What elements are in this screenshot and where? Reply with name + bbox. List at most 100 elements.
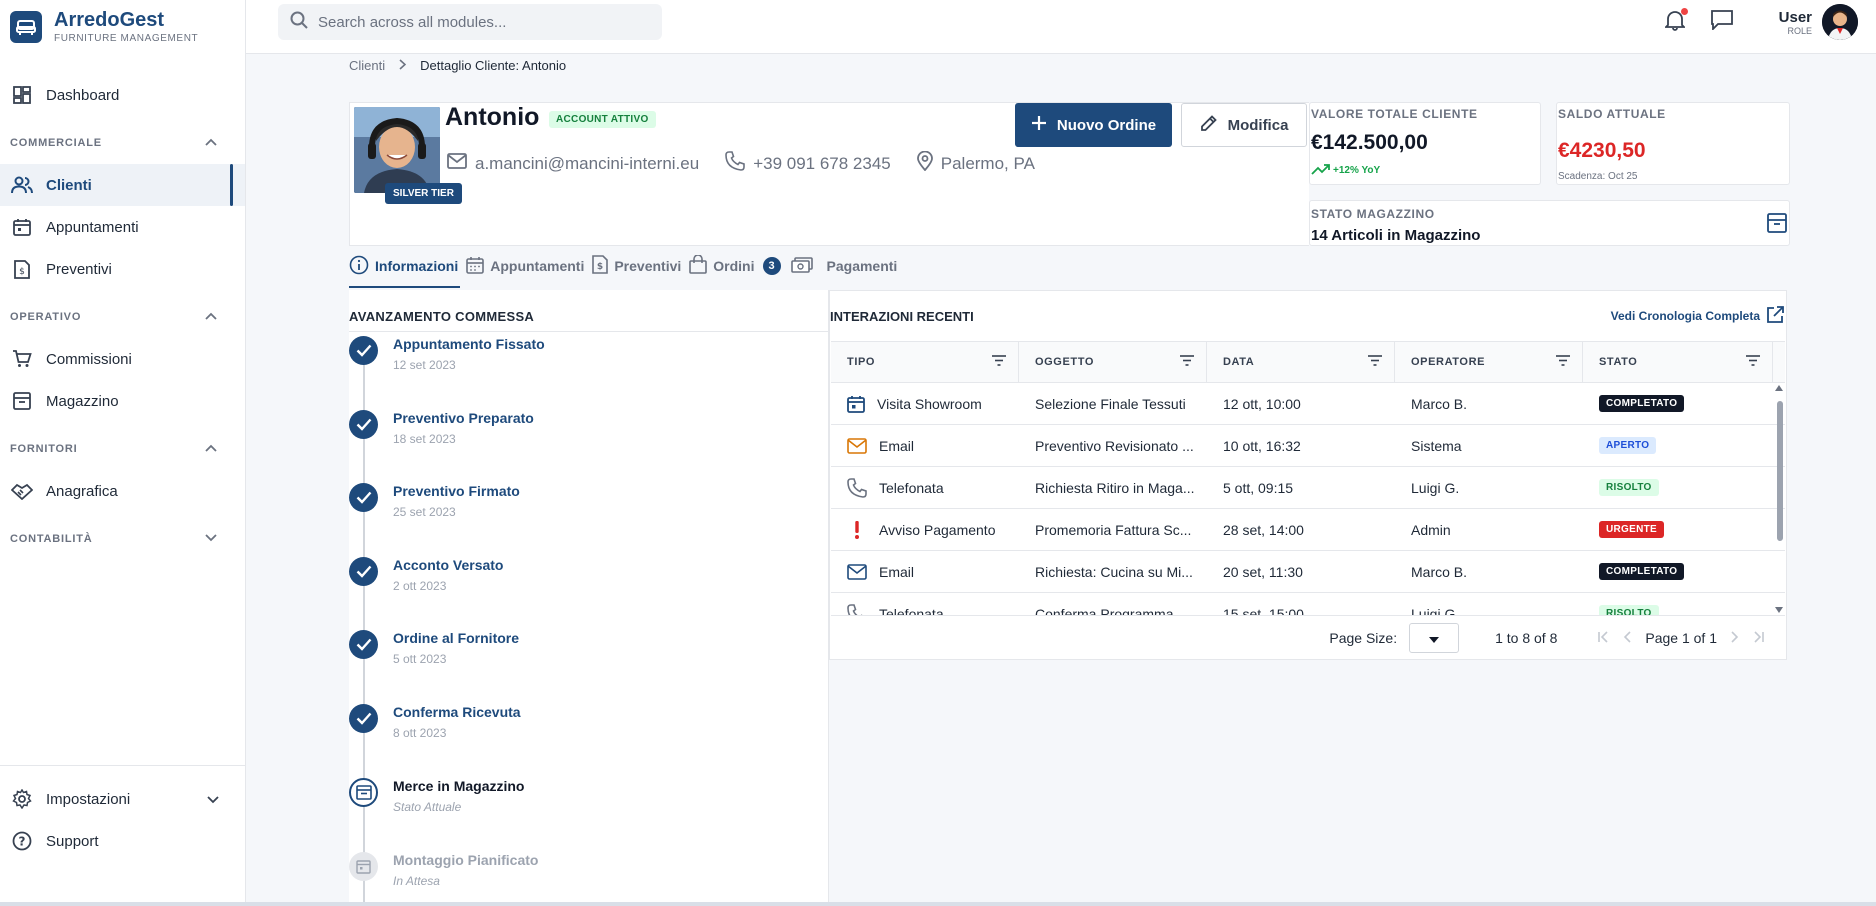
phone-icon (847, 477, 879, 498)
check-icon (349, 410, 378, 439)
interaction-operator: Marco B. (1411, 563, 1468, 580)
full-history-link[interactable]: Vedi Cronologia Completa (1611, 305, 1784, 327)
check-icon (349, 483, 378, 512)
column-header[interactable]: DATA (1207, 342, 1395, 382)
prev-page-icon[interactable] (1623, 630, 1631, 646)
table-row[interactable]: Email Preventivo Revisionato ... 10 ott, 1… (831, 425, 1785, 467)
tab-pagamenti[interactable]: Pagamenti (790, 248, 906, 284)
interaction-type: Telefonata (879, 605, 944, 616)
sidebar-item-label: Magazzino (46, 392, 119, 410)
sidebar: ArredoGest FURNITURE MANAGEMENT Dashboar… (0, 0, 246, 906)
sidebar-section-contabilita[interactable]: CONTABILITÀ (0, 518, 245, 560)
client-photo (354, 107, 440, 193)
user-name: User (1778, 8, 1812, 26)
client-name: Antonio (445, 103, 540, 131)
timeline-step: Montaggio Pianificato In Attesa (349, 852, 538, 888)
global-search[interactable] (278, 4, 662, 40)
filter-icon[interactable] (1180, 355, 1194, 369)
status-badge: APERTO (1599, 437, 1657, 454)
kpi-label: STATO MAGAZZINO (1311, 207, 1435, 221)
client-phone[interactable]: +39 091 678 2345 (725, 151, 891, 176)
archive-icon (349, 778, 378, 807)
sidebar-item-preventivi[interactable]: $ Preventivi (0, 248, 245, 290)
breadcrumb-parent[interactable]: Clienti (349, 58, 385, 73)
timeline-step-date: 8 ott 2023 (393, 726, 447, 740)
table-row[interactable]: Telefonata Conferma Programma ... 15 set, … (831, 593, 1785, 615)
kpi-balance: SALDO ATTUALE €4230,50 Scadenza: Oct 25 (1556, 102, 1790, 185)
edit-button[interactable]: Modifica (1181, 103, 1307, 147)
last-page-icon[interactable] (1753, 630, 1765, 646)
filter-icon[interactable] (992, 355, 1006, 369)
chevron-down-icon (207, 791, 219, 808)
table-row[interactable]: Email Richiesta: Cucina su Mi... 20 set, 1… (831, 551, 1785, 593)
sidebar-item-settings[interactable]: Impostazioni (0, 778, 245, 820)
table-row[interactable]: Avviso Pagamento Promemoria Fattura Sc...… (831, 509, 1785, 551)
page-size-select[interactable] (1409, 622, 1460, 653)
sidebar-item-clienti[interactable]: Clienti (0, 164, 245, 206)
sidebar-item-anagrafica[interactable]: Anagrafica (0, 470, 245, 512)
sidebar-section-commerciale[interactable]: COMMERCIALE (0, 122, 245, 164)
sidebar-item-magazzino[interactable]: Magazzino (0, 380, 245, 422)
search-input[interactable] (318, 13, 638, 31)
avatar[interactable] (1822, 4, 1858, 40)
next-page-icon[interactable] (1731, 630, 1739, 646)
user-info[interactable]: User ROLE (1779, 9, 1812, 36)
chevron-up-icon (205, 311, 217, 323)
sidebar-item-commissioni[interactable]: Commissioni (0, 338, 245, 380)
table-row[interactable]: Visita Showroom Selezione Finale Tessuti 1… (831, 383, 1785, 425)
tab-ordini[interactable]: Ordini 3 (689, 248, 790, 284)
sidebar-section-operativo[interactable]: OPERATIVO (0, 296, 245, 338)
tab-informazioni[interactable]: Informazioni (349, 248, 466, 284)
client-location: Palermo, PA (916, 150, 1035, 176)
breadcrumb-current: Dettaglio Cliente: Antonio (420, 58, 567, 73)
order-progress-timeline: AVANZAMENTO COMMESSA Appuntamento Fissat… (349, 290, 829, 906)
new-order-button[interactable]: Nuovo Ordine (1015, 103, 1172, 147)
column-header[interactable]: OPERATORE (1395, 342, 1583, 382)
archive-icon[interactable] (1767, 213, 1787, 238)
kpi-due-date: Scadenza: Oct 25 (1558, 171, 1638, 182)
table-body[interactable]: Visita Showroom Selezione Finale Tessuti 1… (831, 383, 1785, 615)
caret-down-icon (1429, 630, 1440, 646)
calendar-icon (847, 395, 877, 413)
timeline-step: Ordine al Fornitore 5 ott 2023 (349, 630, 519, 666)
sidebar-item-label: Appuntamenti (46, 218, 139, 236)
interaction-type: Telefonata (879, 479, 944, 496)
client-profile-card: SILVER TIER Antonio ACCOUNT ATTIVO a.man… (349, 102, 1309, 246)
tier-badge: SILVER TIER (385, 183, 462, 204)
chevron-up-icon (205, 137, 217, 149)
location-pin-icon (916, 150, 941, 176)
help-icon: ? (11, 830, 33, 852)
first-page-icon[interactable] (1597, 630, 1609, 646)
timeline-step-date: 25 set 2023 (393, 505, 456, 519)
sidebar-item-dashboard[interactable]: Dashboard (0, 74, 245, 116)
status-badge: RISOLTO (1599, 605, 1659, 615)
scrollbar-thumb[interactable] (1777, 401, 1783, 541)
chevron-right-icon (399, 58, 407, 73)
timeline-step-date: 2 ott 2023 (393, 579, 447, 593)
client-tabs: Informazioni Appuntamenti $ Preventivi O… (349, 248, 905, 288)
bell-icon[interactable] (1663, 7, 1688, 36)
recent-interactions-panel: INTERAZIONI RECENTI Vedi Cronologia Comp… (829, 290, 1787, 660)
calendar-icon (466, 256, 490, 277)
column-header[interactable]: STATO (1583, 342, 1773, 382)
tab-preventivi[interactable]: $ Preventivi (592, 248, 689, 284)
filter-icon[interactable] (1556, 355, 1570, 369)
sidebar-item-support[interactable]: ? Support (0, 820, 245, 862)
table-row[interactable]: Telefonata Richiesta Ritiro in Maga... 5 o… (831, 467, 1785, 509)
column-header[interactable]: TIPO (831, 342, 1019, 382)
chat-icon[interactable] (1710, 9, 1733, 35)
timeline-step-date: Stato Attuale (393, 800, 462, 814)
sidebar-item-appuntamenti[interactable]: Appuntamenti (0, 206, 245, 248)
timeline-step: Conferma Ricevuta 8 ott 2023 (349, 704, 521, 740)
column-header[interactable]: OGGETTO (1019, 342, 1207, 382)
filter-icon[interactable] (1746, 355, 1760, 369)
sidebar-item-label: Support (46, 832, 99, 850)
client-email[interactable]: a.mancini@mancini-interni.eu (447, 153, 699, 174)
interaction-subject: Conferma Programma ... (1035, 605, 1190, 616)
tab-appuntamenti[interactable]: Appuntamenti (466, 248, 592, 284)
filter-icon[interactable] (1368, 355, 1382, 369)
sidebar-item-label: Anagrafica (46, 482, 118, 500)
check-icon (349, 704, 378, 733)
interactions-title: INTERAZIONI RECENTI (830, 308, 974, 324)
sidebar-section-fornitori[interactable]: FORNITORI (0, 428, 245, 470)
